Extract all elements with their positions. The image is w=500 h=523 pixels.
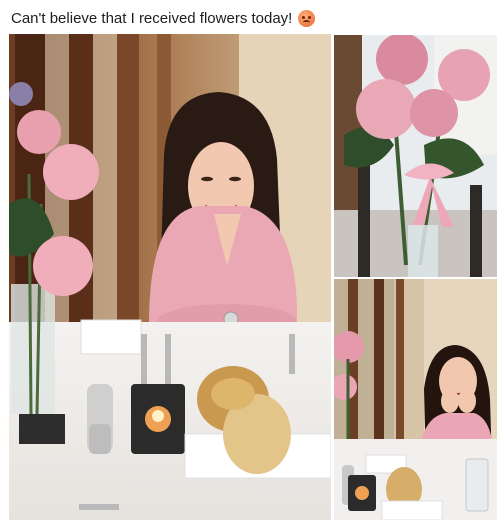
- photo-grid: [9, 34, 497, 520]
- angry-face-emoji-icon: [298, 9, 316, 27]
- post-caption: Can't believe that I received flowers to…: [11, 7, 316, 29]
- photo-main[interactable]: [9, 34, 331, 520]
- post-text: Can't believe that I received flowers to…: [11, 9, 293, 27]
- photo-lean[interactable]: [334, 279, 497, 520]
- photo-flowers[interactable]: [334, 35, 497, 277]
